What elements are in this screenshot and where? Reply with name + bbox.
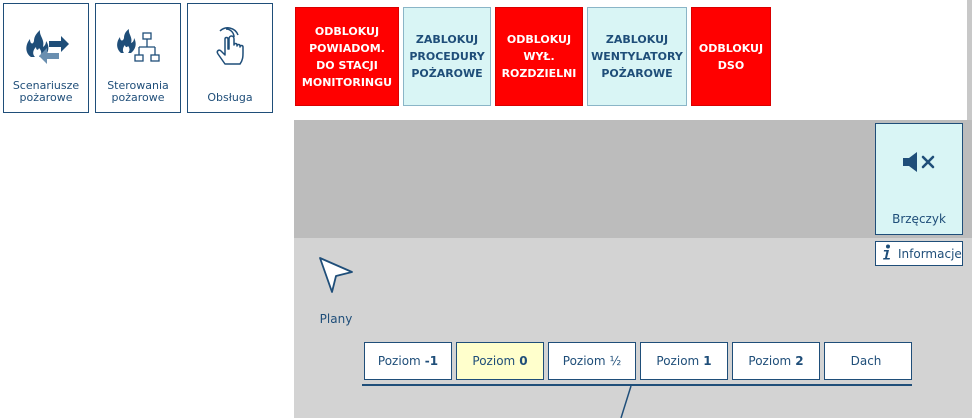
lock-fire-procedures-button[interactable]: ZABLOKUJ PROCEDURY POŻAROWE [403, 7, 491, 106]
tile-fire-controls[interactable]: Sterowania pożarowe [95, 3, 181, 113]
level-0-button[interactable]: Poziom 0 [456, 342, 544, 380]
level-1-button[interactable]: Poziom 1 [640, 342, 728, 380]
action-line: DSO [717, 58, 745, 72]
action-line: ODBLOKUJ [506, 33, 572, 46]
plan-connector-line [620, 385, 632, 418]
buzzer-label: Brzęczyk [892, 212, 946, 226]
buzzer-button[interactable]: Brzęczyk [875, 123, 963, 235]
plans-label: Plany [319, 312, 353, 326]
info-icon [882, 244, 892, 264]
action-line: ROZDZIELNI [501, 67, 577, 80]
action-line: ZABLOKUJ [605, 33, 669, 46]
fire-network-icon [108, 16, 168, 78]
lock-fire-fans-button[interactable]: ZABLOKUJ WENTYLATORY POŻAROWE [587, 7, 687, 106]
unlock-switchboard-shutdown-button[interactable]: ODBLOKUJ WYŁ. ROZDZIELNI [495, 7, 583, 106]
action-line: POWIADOM. [309, 41, 385, 55]
tile-operation[interactable]: Obsługa [187, 3, 273, 113]
action-line: ZABLOKUJ [415, 33, 479, 46]
unlock-monitoring-notification-button[interactable]: ODBLOKUJ POWIADOM. DO STACJI MONITORINGU [295, 7, 399, 106]
level-number: -1 [424, 354, 439, 368]
cursor-arrow-icon [316, 254, 356, 298]
tile-label: Obsługa [207, 91, 253, 104]
speaker-mute-icon [901, 150, 937, 178]
level-prefix: Poziom [562, 354, 606, 368]
info-button[interactable]: Informacje [875, 241, 963, 266]
hand-pointer-icon [200, 16, 260, 78]
level-prefix: Poziom [656, 354, 700, 368]
unlock-dso-button[interactable]: ODBLOKUJ DSO [691, 7, 771, 106]
levels-baseline [362, 384, 912, 386]
level-prefix: Poziom [472, 354, 516, 368]
level-number: 1 [703, 354, 712, 368]
action-line: PROCEDURY [409, 50, 485, 63]
level-roof-button[interactable]: Dach [824, 342, 912, 380]
level-number: 0 [519, 354, 528, 368]
action-line: POŻAROWE [411, 67, 483, 80]
level-minus-1-button[interactable]: Poziom -1 [364, 342, 452, 380]
edge-strip [967, 0, 972, 120]
action-line: WYŁ. [523, 50, 555, 63]
level-number: ½ [609, 354, 622, 368]
action-line: ODBLOKUJ [698, 41, 764, 55]
action-line: ODBLOKUJ [314, 24, 380, 38]
info-label: Informacje [898, 246, 962, 261]
level-number: 2 [795, 354, 804, 368]
action-line: DO STACJI [316, 58, 378, 72]
action-line: MONITORINGU [301, 75, 393, 89]
action-line: POŻAROWE [601, 67, 673, 80]
status-panel [294, 120, 972, 238]
tile-fire-scenarios[interactable]: Scenariusze pożarowe [3, 3, 89, 113]
level-prefix: Poziom [377, 354, 421, 368]
tile-label: Scenariusze pożarowe [12, 79, 80, 104]
level-prefix: Dach [850, 354, 882, 368]
level-2-button[interactable]: Poziom 2 [732, 342, 820, 380]
level-half-button[interactable]: Poziom ½ [548, 342, 636, 380]
fire-transfer-icon [16, 16, 76, 78]
plans-button[interactable]: Plany [306, 250, 366, 326]
tile-label: Sterowania pożarowe [107, 79, 169, 104]
level-prefix: Poziom [748, 354, 792, 368]
plans-panel [294, 238, 972, 418]
action-line: WENTYLATORY [591, 50, 683, 63]
